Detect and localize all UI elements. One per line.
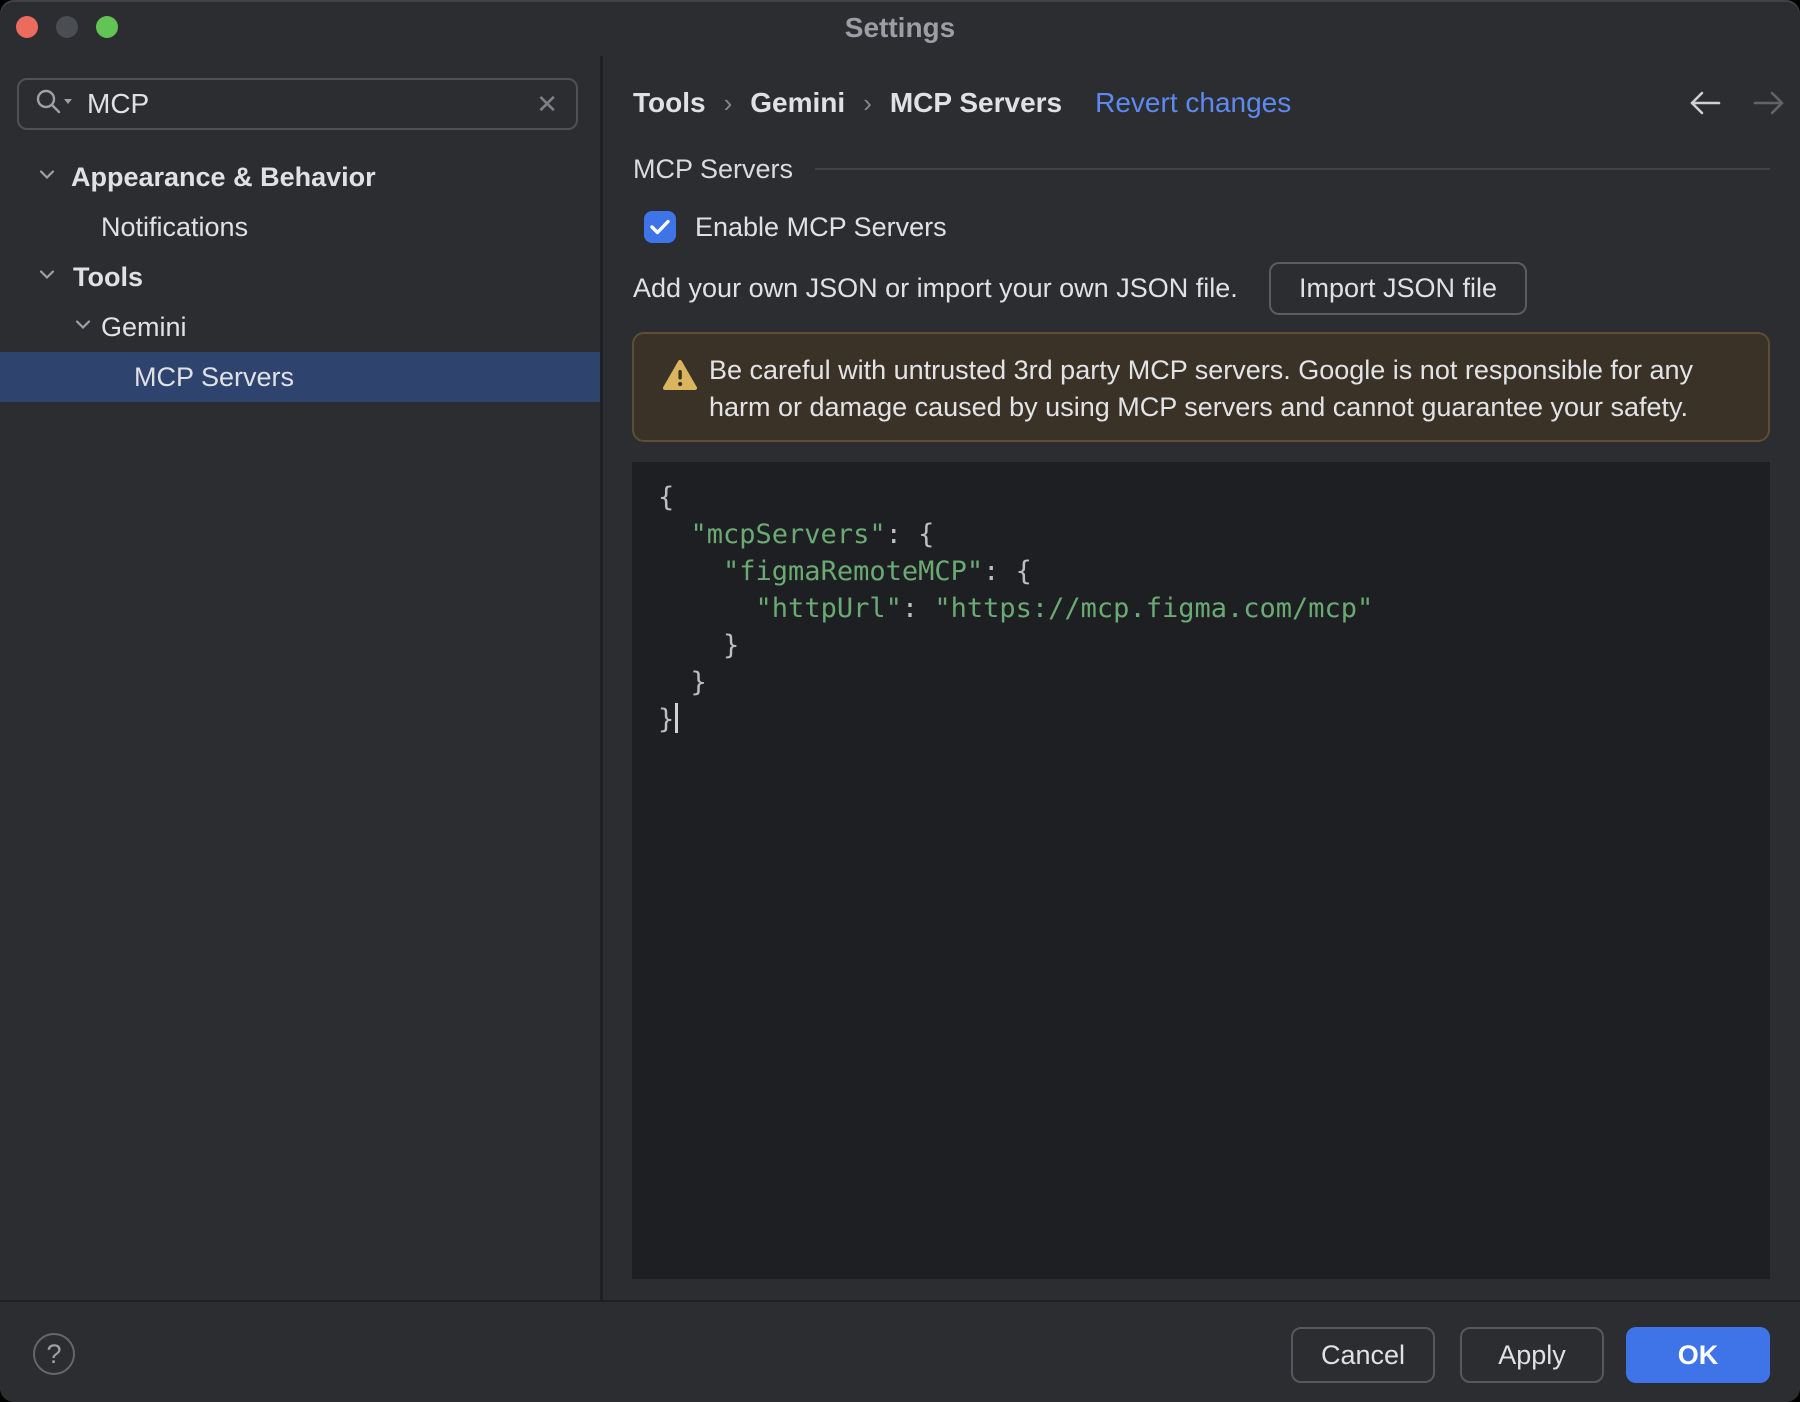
enable-mcp-checkbox[interactable] xyxy=(644,211,676,243)
clear-search-icon[interactable]: ✕ xyxy=(532,89,562,119)
close-window-button[interactable] xyxy=(16,16,38,38)
code-line: "httpUrl": "https://mcp.figma.com/mcp" xyxy=(755,593,1374,624)
search-icon xyxy=(33,87,75,122)
section-divider xyxy=(815,168,1770,170)
chevron-down-icon[interactable] xyxy=(72,312,94,343)
search-input[interactable] xyxy=(85,87,533,121)
chevron-down-icon[interactable] xyxy=(36,262,58,293)
sidebar-item-appearance-behavior[interactable]: Appearance & Behavior xyxy=(0,152,600,202)
code-line: { xyxy=(658,482,675,513)
question-mark-icon: ? xyxy=(46,1338,62,1369)
enable-mcp-row: Enable MCP Servers xyxy=(644,209,947,245)
sidebar-divider xyxy=(600,56,603,1300)
breadcrumb-tools[interactable]: Tools xyxy=(633,87,706,119)
window-title: Settings xyxy=(844,12,956,43)
settings-window: Settings ✕ Appearance & Behavior Notific… xyxy=(0,0,1800,1402)
title-bar: Settings xyxy=(0,0,1800,56)
sidebar-item-label: Gemini xyxy=(101,311,187,342)
minimize-window-button[interactable] xyxy=(56,16,78,38)
ok-button[interactable]: OK xyxy=(1626,1327,1770,1383)
revert-changes-link[interactable]: Revert changes xyxy=(1095,87,1291,119)
breadcrumb-gemini[interactable]: Gemini xyxy=(750,87,845,119)
import-json-hint: Add your own JSON or import your own JSO… xyxy=(633,273,1238,303)
breadcrumb-mcp-servers: MCP Servers xyxy=(889,87,1063,118)
code-line: } xyxy=(658,667,707,698)
sidebar-item-gemini[interactable]: Gemini xyxy=(0,302,600,352)
help-button[interactable]: ? xyxy=(33,1333,75,1375)
sidebar-item-tools[interactable]: Tools xyxy=(0,252,600,302)
forward-arrow-icon[interactable] xyxy=(1750,86,1788,125)
breadcrumb: Tools › Gemini › MCP Servers Revert chan… xyxy=(633,80,1291,126)
settings-search-field[interactable]: ✕ xyxy=(17,78,578,130)
text-caret xyxy=(675,703,679,733)
sidebar-item-label: MCP Servers xyxy=(134,361,295,392)
dialog-footer: ? Cancel Apply OK xyxy=(0,1300,1800,1402)
apply-button[interactable]: Apply xyxy=(1460,1327,1604,1383)
json-editor-content: { "mcpServers": { "figmaRemoteMCP": { "h… xyxy=(658,479,1770,738)
enable-mcp-label: Enable MCP Servers xyxy=(695,211,947,242)
sidebar-item-mcp-servers[interactable]: MCP Servers xyxy=(0,352,600,402)
cancel-button[interactable]: Cancel xyxy=(1291,1327,1435,1383)
code-line: } xyxy=(658,701,1770,738)
sidebar-item-notifications[interactable]: Notifications xyxy=(0,202,600,252)
section-title: MCP Servers xyxy=(633,153,794,184)
settings-tree: Appearance & Behavior Notifications Tool… xyxy=(0,152,600,402)
warning-text: Be careful with untrusted 3rd party MCP … xyxy=(709,355,1693,422)
warning-icon xyxy=(662,359,698,398)
code-line: "figmaRemoteMCP": { xyxy=(723,556,1032,587)
breadcrumb-separator: › xyxy=(723,87,733,118)
chevron-down-icon[interactable] xyxy=(36,162,58,193)
code-line: "mcpServers": { xyxy=(690,519,935,550)
import-json-file-button[interactable]: Import JSON file xyxy=(1269,262,1527,315)
back-arrow-icon[interactable] xyxy=(1686,86,1724,125)
breadcrumb-separator: › xyxy=(863,87,872,118)
sidebar-item-label: Tools xyxy=(73,261,143,292)
sidebar-item-label: Appearance & Behavior xyxy=(71,161,376,192)
warning-banner: Be careful with untrusted 3rd party MCP … xyxy=(632,332,1770,442)
zoom-window-button[interactable] xyxy=(96,16,118,38)
mcp-json-editor[interactable]: { "mcpServers": { "figmaRemoteMCP": { "h… xyxy=(632,462,1770,1279)
code-line: } xyxy=(658,630,740,661)
sidebar-item-label: Notifications xyxy=(101,211,249,242)
